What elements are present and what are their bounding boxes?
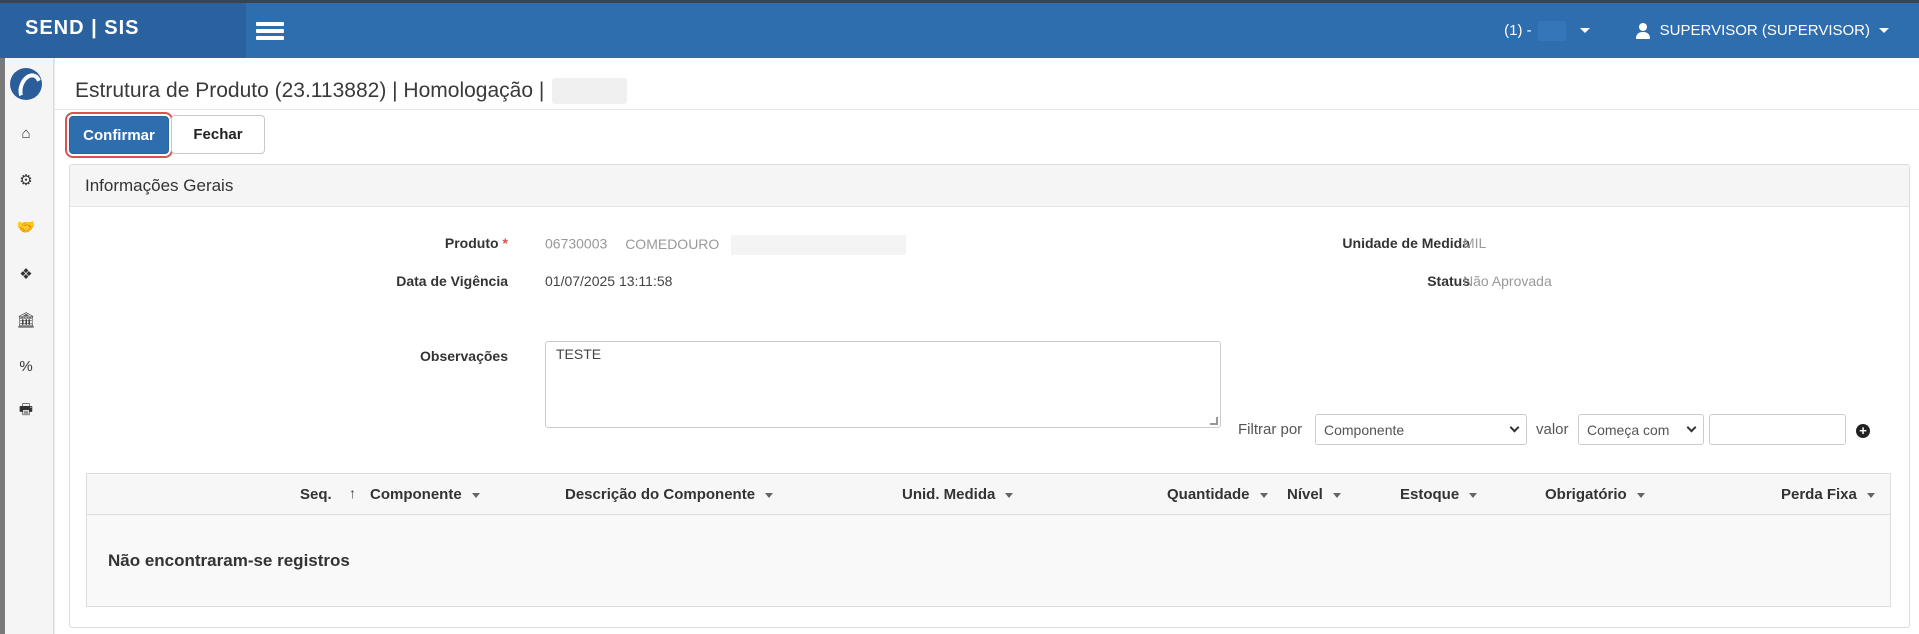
sort-ascending-icon[interactable]: ↑ bbox=[349, 485, 356, 501]
produto-value: 06730003 COMEDOURO bbox=[545, 235, 907, 255]
cubes-icon[interactable]: ❖ bbox=[14, 262, 38, 286]
chevron-down-icon bbox=[1879, 28, 1889, 33]
handshake-icon[interactable]: 🤝 bbox=[14, 215, 38, 239]
filter-by-label: Filtrar por bbox=[1238, 421, 1303, 438]
chevron-down-icon bbox=[1579, 28, 1590, 33]
bank-icon[interactable]: 🏛 bbox=[14, 308, 38, 332]
print-icon[interactable]: 🖶 bbox=[14, 399, 38, 423]
brand-logo[interactable]: SEND | SIS bbox=[0, 3, 246, 58]
observacoes-value: TESTE bbox=[556, 346, 602, 362]
company-label: (1) - bbox=[1504, 22, 1532, 39]
close-button[interactable]: Fechar bbox=[171, 115, 265, 154]
column-header-perda-fixa[interactable]: Perda Fixa bbox=[1781, 486, 1875, 503]
produto-name: COMEDOURO bbox=[625, 235, 720, 252]
column-header-quantidade[interactable]: Quantidade bbox=[1167, 486, 1268, 503]
general-info-panel: Informações Gerais Produto * 06730003 COM… bbox=[69, 164, 1910, 628]
page-header: Estrutura de Produto (23.113882) | Homol… bbox=[55, 58, 1919, 110]
status-value: Não Aprovada bbox=[1463, 273, 1552, 289]
observacoes-label: Observações bbox=[420, 348, 508, 364]
produto-label: Produto * bbox=[444, 235, 508, 251]
unidade-value: MIL bbox=[1463, 235, 1487, 251]
filter-field-select[interactable]: Componente bbox=[1315, 414, 1527, 445]
grid-header: Seq. ↑ Componente Descrição do Component… bbox=[87, 474, 1890, 515]
resize-handle-icon[interactable] bbox=[1210, 417, 1218, 425]
column-header-componente[interactable]: Componente bbox=[370, 486, 480, 503]
unidade-label: Unidade de Medida bbox=[1342, 235, 1470, 251]
column-header-seq[interactable]: Seq. bbox=[300, 486, 332, 503]
cogs-icon[interactable]: ⚙ bbox=[14, 168, 38, 192]
hamburger-menu-icon[interactable] bbox=[246, 3, 294, 58]
column-header-obrigatorio[interactable]: Obrigatório bbox=[1545, 486, 1645, 503]
app-logo-icon[interactable] bbox=[10, 68, 42, 100]
filter-text-input[interactable] bbox=[1709, 414, 1846, 445]
sidebar-scrollbar[interactable] bbox=[0, 58, 5, 634]
panel-heading: Informações Gerais bbox=[70, 165, 1909, 207]
top-navbar: SEND | SIS (1) - SUPERVISOR (SUPERVISOR) bbox=[0, 0, 1919, 58]
filter-mode-select[interactable]: Começa com bbox=[1578, 414, 1704, 445]
column-header-descricao[interactable]: Descrição do Componente bbox=[565, 486, 774, 503]
column-header-nivel[interactable]: Nível bbox=[1287, 486, 1341, 503]
main-content: Estrutura de Produto (23.113882) | Homol… bbox=[55, 58, 1919, 634]
chevron-down-icon bbox=[1509, 422, 1520, 433]
user-menu[interactable]: SUPERVISOR (SUPERVISOR) bbox=[1635, 22, 1889, 39]
filter-value-label: valor bbox=[1536, 421, 1569, 438]
title-redacted bbox=[552, 77, 628, 104]
sidebar: ⌂ ⚙ 🤝 ❖ 🏛 % 🖶 bbox=[0, 58, 54, 634]
percent-icon[interactable]: % bbox=[14, 354, 38, 378]
grid-empty-message: Não encontraram-se registros bbox=[108, 551, 350, 570]
components-grid: Seq. ↑ Componente Descrição do Component… bbox=[86, 473, 1891, 607]
column-header-estoque[interactable]: Estoque bbox=[1400, 486, 1478, 503]
vigencia-value: 01/07/2025 13:11:58 bbox=[545, 273, 673, 289]
status-label: Status bbox=[1427, 273, 1470, 289]
confirm-button[interactable]: Confirmar bbox=[69, 116, 169, 154]
chevron-down-icon bbox=[1686, 422, 1697, 433]
page-title: Estrutura de Produto (23.113882) | Homol… bbox=[75, 78, 545, 102]
add-filter-icon[interactable]: + bbox=[1856, 424, 1870, 438]
company-name-redacted bbox=[1537, 20, 1566, 41]
user-icon bbox=[1635, 22, 1651, 39]
vigencia-label: Data de Vigência bbox=[396, 273, 508, 289]
produto-code: 06730003 bbox=[545, 235, 608, 252]
required-marker: * bbox=[502, 235, 508, 251]
home-icon[interactable]: ⌂ bbox=[14, 121, 38, 145]
produto-redacted bbox=[731, 235, 907, 255]
observacoes-textarea[interactable]: TESTE bbox=[545, 341, 1221, 428]
user-label: SUPERVISOR (SUPERVISOR) bbox=[1659, 22, 1870, 39]
company-selector[interactable]: (1) - bbox=[1504, 20, 1590, 41]
column-header-unid-medida[interactable]: Unid. Medida bbox=[902, 486, 1014, 503]
